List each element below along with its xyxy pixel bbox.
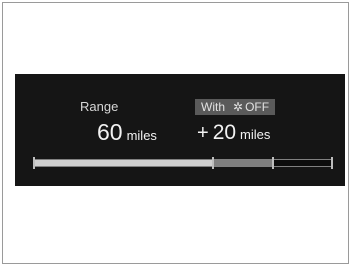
range-bar-end-tick	[331, 157, 333, 169]
range-bar-fill	[34, 160, 213, 166]
extra-range-unit: miles	[240, 127, 271, 142]
range-bar-start-tick	[33, 157, 35, 169]
extra-range-value: 20	[212, 121, 237, 144]
plus-sign: +	[197, 122, 209, 144]
range-bar	[33, 157, 333, 169]
fan-icon: ✲	[233, 100, 244, 114]
range-label: Range	[80, 99, 119, 114]
range-unit: miles	[126, 128, 157, 143]
with-label: With	[201, 100, 225, 114]
range-bar-extra	[213, 160, 273, 166]
current-range: 60 miles	[97, 119, 157, 146]
climate-off-badge: With ✲ OFF	[195, 99, 276, 115]
additional-range: + 20 miles	[197, 121, 270, 145]
range-bar-current-tick	[212, 157, 214, 169]
figure-frame: Range With ✲ OFF 60 miles + 20 miles	[2, 2, 349, 264]
range-display: Range With ✲ OFF 60 miles + 20 miles	[15, 74, 345, 186]
range-value: 60	[97, 119, 123, 145]
range-bar-extra-tick	[272, 157, 274, 169]
off-label: OFF	[245, 100, 270, 114]
